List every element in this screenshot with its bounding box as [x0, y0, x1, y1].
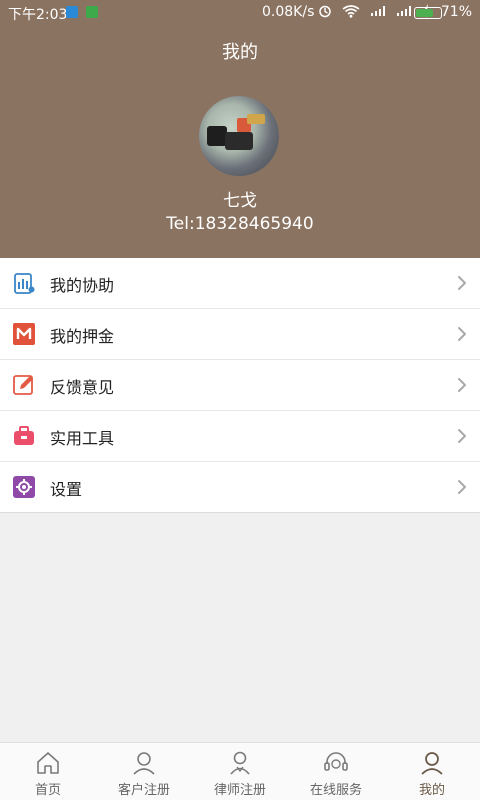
- nav-item-online-service[interactable]: 在线服务: [288, 743, 384, 800]
- chevron-right-icon: [458, 480, 466, 494]
- user-name: 七戈: [223, 191, 257, 211]
- menu-item-label: 我的押金: [50, 327, 115, 346]
- menu-item-settings[interactable]: 设置: [0, 462, 480, 513]
- chevron-right-icon: [458, 429, 466, 443]
- chevron-right-icon: [458, 327, 466, 341]
- bottom-navigation: 首页 客户注册 律师注册 在线服务 我的: [0, 742, 480, 800]
- user-tel: Tel:18328465940: [166, 214, 314, 234]
- signal-icon: [371, 6, 385, 16]
- assist-chart-icon: [12, 271, 36, 295]
- nav-item-label: 在线服务: [309, 783, 362, 798]
- chevron-right-icon: [458, 276, 466, 290]
- nav-item-label: 律师注册: [213, 783, 266, 798]
- profile-icon: [421, 752, 443, 775]
- menu-item-feedback[interactable]: 反馈意见: [0, 360, 480, 411]
- toolbox-icon: [12, 424, 36, 448]
- status-bar: 下午2:03 0.08K/s 71%: [0, 0, 480, 24]
- menu-item-label: 我的协助: [50, 276, 115, 295]
- customer-icon: [133, 752, 155, 775]
- battery-icon: [414, 7, 442, 19]
- alarm-icon: [319, 5, 331, 18]
- battery-level: [416, 9, 433, 17]
- menu-item-tools[interactable]: 实用工具: [0, 411, 480, 462]
- feedback-pencil-icon: [12, 373, 36, 397]
- chevron-right-icon: [458, 378, 466, 392]
- status-app-icon: [86, 6, 98, 18]
- nav-item-label: 我的: [418, 783, 445, 798]
- nav-item-label: 首页: [34, 783, 61, 798]
- signal-icon: [397, 6, 411, 16]
- headset-icon: [324, 752, 348, 771]
- status-app-icon: [66, 6, 78, 18]
- avatar[interactable]: [199, 96, 279, 176]
- status-time: 下午2:03: [8, 7, 68, 23]
- menu-item-deposit[interactable]: 我的押金: [0, 309, 480, 360]
- menu-item-label: 实用工具: [50, 429, 115, 448]
- menu-item-label: 反馈意见: [50, 378, 115, 397]
- lawyer-icon: [230, 751, 250, 775]
- status-network-speed: 0.08K/s: [262, 4, 315, 20]
- wifi-icon: [342, 5, 360, 18]
- menu-item-label: 设置: [50, 480, 83, 499]
- nav-item-home[interactable]: 首页: [0, 743, 96, 800]
- nav-item-profile[interactable]: 我的: [384, 743, 480, 800]
- battery-percent: 71%: [440, 4, 472, 20]
- home-icon: [37, 752, 59, 774]
- deposit-m-icon: [12, 322, 36, 346]
- page-title: 我的: [222, 42, 258, 63]
- nav-item-lawyer-register[interactable]: 律师注册: [192, 743, 288, 800]
- nav-item-customer-register[interactable]: 客户注册: [96, 743, 192, 800]
- nav-item-label: 客户注册: [117, 783, 170, 798]
- menu-item-assist[interactable]: 我的协助: [0, 258, 480, 309]
- profile-header: 下午2:03 0.08K/s 71% 我的 七戈 Tel:18328465940: [0, 0, 480, 258]
- menu-list: 我的协助 我的押金 反馈意见 实用工具 设置: [0, 258, 480, 513]
- settings-gear-icon: [12, 475, 36, 499]
